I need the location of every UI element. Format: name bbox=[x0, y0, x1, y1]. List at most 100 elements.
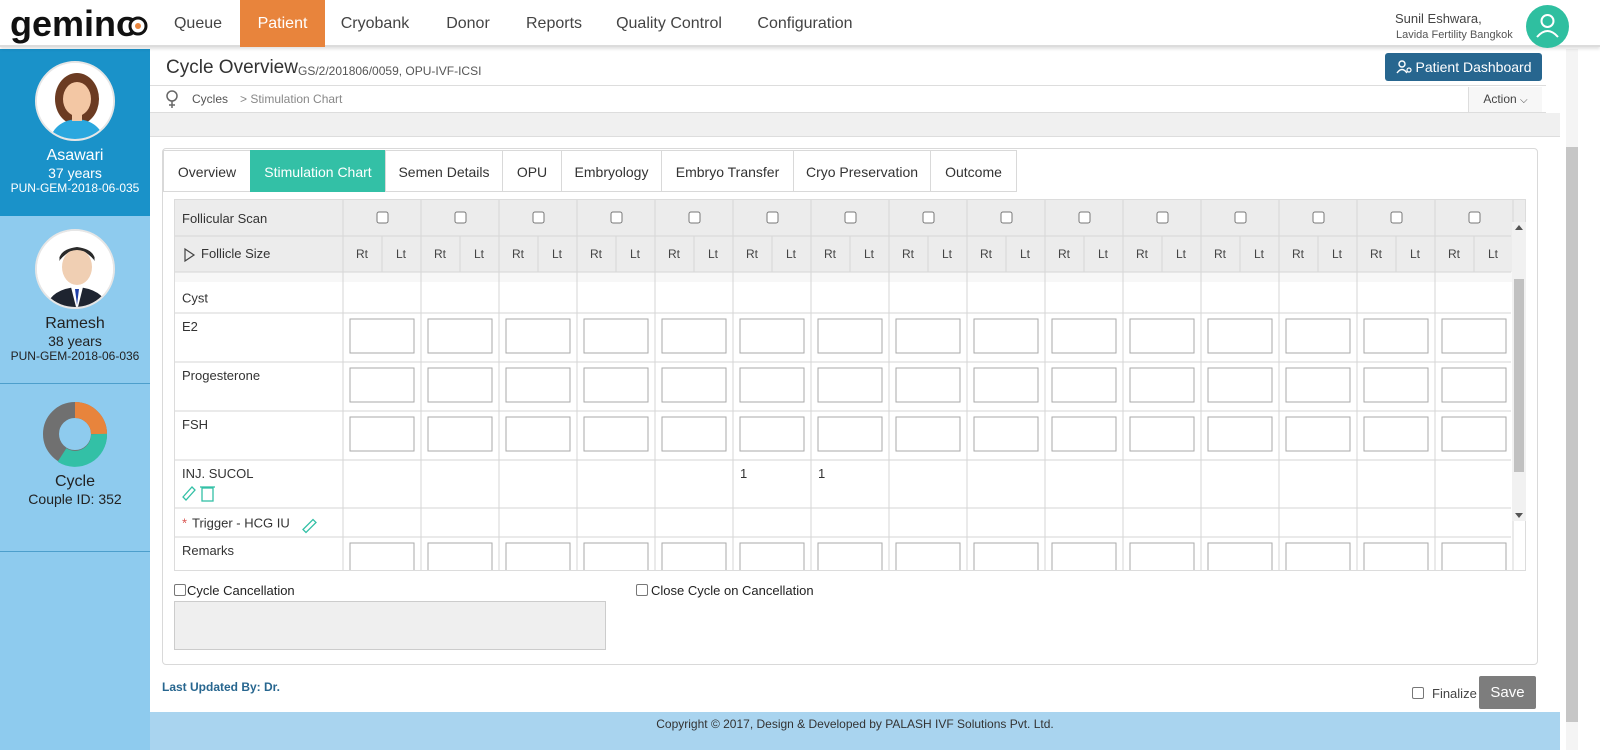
scan-checkbox[interactable] bbox=[610, 211, 623, 224]
value-input[interactable] bbox=[1051, 542, 1117, 571]
value-input[interactable] bbox=[817, 318, 883, 354]
nav-donor[interactable]: Donor bbox=[430, 0, 506, 47]
cycle-card[interactable]: Cycle Couple ID: 352 bbox=[0, 385, 150, 552]
value-input[interactable] bbox=[349, 318, 415, 354]
gemino-logo[interactable]: gemino bbox=[10, 4, 150, 44]
tab-overview[interactable]: Overview bbox=[163, 150, 251, 192]
value-input[interactable] bbox=[1207, 416, 1273, 452]
value-input[interactable] bbox=[739, 416, 805, 452]
action-dropdown[interactable]: Action ⌵ bbox=[1468, 87, 1542, 112]
nav-cryobank[interactable]: Cryobank bbox=[325, 0, 425, 47]
scan-checkbox[interactable] bbox=[1390, 211, 1403, 224]
scan-checkbox[interactable] bbox=[688, 211, 701, 224]
nav-configuration[interactable]: Configuration bbox=[740, 0, 870, 47]
value-input[interactable] bbox=[583, 542, 649, 571]
value-input[interactable] bbox=[1051, 416, 1117, 452]
value-input[interactable] bbox=[427, 416, 493, 452]
nav-patient[interactable]: Patient bbox=[240, 0, 325, 47]
tab-stimulation-chart[interactable]: Stimulation Chart bbox=[250, 150, 386, 192]
value-input[interactable] bbox=[1051, 318, 1117, 354]
value-input[interactable] bbox=[739, 367, 805, 403]
value-input[interactable] bbox=[1285, 542, 1351, 571]
scan-checkbox[interactable] bbox=[376, 211, 389, 224]
value-input[interactable] bbox=[583, 367, 649, 403]
page-scrollbar[interactable] bbox=[1560, 49, 1600, 750]
value-input[interactable] bbox=[427, 367, 493, 403]
patient-card-ramesh[interactable]: Ramesh 38 years PUN-GEM-2018-06-036 bbox=[0, 217, 150, 384]
value-input[interactable] bbox=[505, 367, 571, 403]
value-input[interactable] bbox=[505, 416, 571, 452]
breadcrumb-cycles[interactable]: Cycles bbox=[192, 92, 228, 106]
cycle-cancellation-checkbox[interactable] bbox=[174, 584, 186, 596]
scan-checkbox[interactable] bbox=[922, 211, 935, 224]
value-input[interactable] bbox=[739, 318, 805, 354]
value-input[interactable] bbox=[973, 416, 1039, 452]
scan-checkbox[interactable] bbox=[766, 211, 779, 224]
value-input[interactable] bbox=[349, 416, 415, 452]
value-input[interactable] bbox=[1129, 318, 1195, 354]
value-input[interactable] bbox=[817, 542, 883, 571]
value-input[interactable] bbox=[1207, 367, 1273, 403]
value-input[interactable] bbox=[661, 318, 727, 354]
cancellation-notes-input[interactable] bbox=[174, 601, 606, 650]
value-input[interactable] bbox=[739, 542, 805, 571]
value-input[interactable] bbox=[1363, 318, 1429, 354]
value-input[interactable] bbox=[583, 416, 649, 452]
value-input[interactable] bbox=[973, 318, 1039, 354]
value-input[interactable] bbox=[973, 542, 1039, 571]
grid-scrollbar[interactable] bbox=[1512, 222, 1526, 521]
value-input[interactable] bbox=[1441, 367, 1507, 403]
value-input[interactable] bbox=[1285, 318, 1351, 354]
value-input[interactable] bbox=[895, 416, 961, 452]
value-input[interactable] bbox=[1207, 542, 1273, 571]
edit-pencil-icon[interactable] bbox=[302, 518, 317, 534]
value-input[interactable] bbox=[1129, 542, 1195, 571]
nav-quality-control[interactable]: Quality Control bbox=[600, 0, 738, 47]
page-scroll-thumb[interactable] bbox=[1566, 147, 1578, 722]
value-input[interactable] bbox=[1129, 367, 1195, 403]
scan-checkbox[interactable] bbox=[454, 211, 467, 224]
scan-checkbox[interactable] bbox=[1156, 211, 1169, 224]
tab-opu[interactable]: OPU bbox=[502, 150, 562, 192]
scan-checkbox[interactable] bbox=[1000, 211, 1013, 224]
value-input[interactable] bbox=[661, 367, 727, 403]
user-icon[interactable] bbox=[1526, 5, 1569, 48]
value-input[interactable] bbox=[1207, 318, 1273, 354]
value-input[interactable] bbox=[427, 542, 493, 571]
nav-queue[interactable]: Queue bbox=[158, 0, 238, 47]
value-input[interactable] bbox=[1285, 367, 1351, 403]
tab-cryo-preservation[interactable]: Cryo Preservation bbox=[793, 150, 931, 192]
save-button[interactable]: Save bbox=[1479, 676, 1536, 709]
value-input[interactable] bbox=[817, 367, 883, 403]
value-input[interactable] bbox=[895, 318, 961, 354]
value-input[interactable] bbox=[1051, 367, 1117, 403]
finalize-checkbox[interactable] bbox=[1412, 687, 1424, 699]
tab-embryo-transfer[interactable]: Embryo Transfer bbox=[661, 150, 794, 192]
value-input[interactable] bbox=[1363, 416, 1429, 452]
patient-dashboard-button[interactable]: Patient Dashboard bbox=[1385, 53, 1542, 81]
value-input[interactable] bbox=[505, 542, 571, 571]
value-input[interactable] bbox=[661, 542, 727, 571]
value-input[interactable] bbox=[895, 367, 961, 403]
scan-checkbox[interactable] bbox=[844, 211, 857, 224]
scan-checkbox[interactable] bbox=[532, 211, 545, 224]
nav-reports[interactable]: Reports bbox=[508, 0, 600, 47]
scan-checkbox[interactable] bbox=[1312, 211, 1325, 224]
value-input[interactable] bbox=[1363, 367, 1429, 403]
user-name[interactable]: Sunil Eshwara, bbox=[1395, 11, 1482, 26]
value-input[interactable] bbox=[1285, 416, 1351, 452]
value-input[interactable] bbox=[1363, 542, 1429, 571]
patient-card-asawari[interactable]: Asawari 37 years PUN-GEM-2018-06-035 bbox=[0, 49, 160, 216]
value-input[interactable] bbox=[349, 542, 415, 571]
scan-checkbox[interactable] bbox=[1234, 211, 1247, 224]
value-input[interactable] bbox=[583, 318, 649, 354]
value-input[interactable] bbox=[1129, 416, 1195, 452]
value-input[interactable] bbox=[505, 318, 571, 354]
scan-checkbox[interactable] bbox=[1078, 211, 1091, 224]
value-input[interactable] bbox=[661, 416, 727, 452]
edit-pencil-icon[interactable] bbox=[182, 486, 196, 501]
value-input[interactable] bbox=[349, 367, 415, 403]
scan-checkbox[interactable] bbox=[1468, 211, 1481, 224]
value-input[interactable] bbox=[817, 416, 883, 452]
tab-outcome[interactable]: Outcome bbox=[930, 150, 1017, 192]
